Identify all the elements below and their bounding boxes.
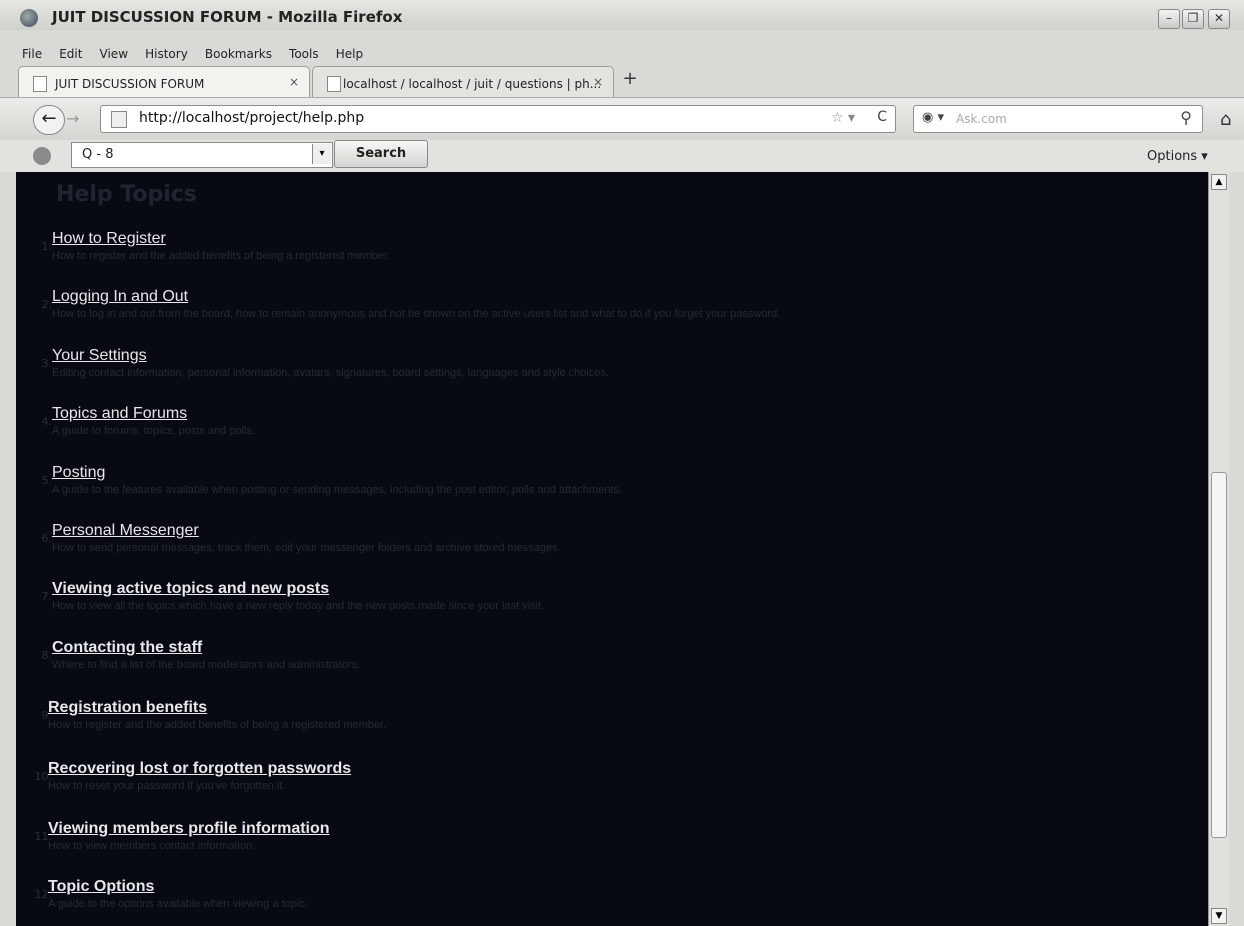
topic-description: A guide to forums, topics, posts and pol… — [52, 425, 256, 437]
list-item: 1. How to Register How to register and t… — [16, 228, 1196, 284]
topic-link[interactable]: How to Register — [52, 230, 166, 248]
topic-link[interactable]: Contacting the staff — [52, 639, 202, 657]
back-button[interactable]: ← — [33, 105, 65, 135]
combo-value[interactable]: Q - 8 — [82, 147, 113, 162]
menu-history[interactable]: History — [145, 47, 188, 61]
topic-link[interactable]: Topics and Forums — [52, 405, 187, 423]
list-item: 12. Topic Options A guide to the options… — [16, 876, 1196, 926]
topic-number: 7. — [41, 590, 53, 603]
toolbar-search-button[interactable]: Search — [334, 140, 428, 168]
home-icon[interactable]: ⌂ — [1220, 109, 1231, 130]
topic-link[interactable]: Viewing active topics and new posts — [52, 580, 329, 598]
menu-bookmarks[interactable]: Bookmarks — [205, 47, 272, 61]
list-item: 7. Viewing active topics and new posts H… — [16, 578, 1196, 634]
minimize-button[interactable]: – — [1158, 9, 1180, 29]
toolbar-circle-icon[interactable] — [33, 147, 51, 165]
list-item: 9. Registration benefits How to register… — [16, 697, 1196, 753]
list-item: 11. Viewing members profile information … — [16, 818, 1196, 874]
topic-description: How to register and the added benefits o… — [48, 719, 387, 731]
bookmark-star-icon[interactable]: ☆ ▾ — [831, 110, 855, 126]
restore-button[interactable]: ❐ — [1182, 9, 1204, 29]
chevron-down-icon[interactable]: ▾ — [312, 144, 331, 164]
topic-number: 6. — [41, 532, 53, 545]
tab-juit-forum[interactable]: JUIT DISCUSSION FORUM × — [18, 66, 310, 97]
search-engine-icon[interactable]: ◉ ▾ — [922, 110, 944, 125]
title-bar: JUIT DISCUSSION FORUM - Mozilla Firefox … — [0, 0, 1244, 30]
list-item: 2. Logging In and Out How to log in and … — [16, 286, 1196, 342]
scroll-thumb[interactable] — [1211, 472, 1227, 838]
forward-button[interactable]: → — [66, 107, 92, 131]
page-icon — [111, 111, 127, 128]
page-title: Help Topics — [56, 182, 197, 207]
close-button[interactable]: ✕ — [1208, 9, 1230, 29]
topic-number: 3. — [41, 357, 53, 370]
options-button[interactable]: Options ▾ — [1147, 149, 1208, 164]
topic-link[interactable]: Personal Messenger — [52, 522, 199, 540]
topic-number: 2. — [41, 298, 53, 311]
reload-icon[interactable]: C — [877, 109, 887, 125]
scroll-up-arrow-icon[interactable]: ▲ — [1211, 174, 1227, 190]
topic-link[interactable]: Topic Options — [48, 878, 154, 896]
page-content: Help Topics 1. How to Register How to re… — [16, 172, 1208, 926]
topic-description: A guide to the features available when p… — [52, 484, 622, 496]
url-text[interactable]: http://localhost/project/help.php — [139, 110, 364, 126]
toolbar-search-combo[interactable]: Q - 8 ▾ — [71, 142, 333, 168]
vertical-scrollbar[interactable]: ▲ ▼ — [1208, 172, 1229, 926]
phpmyadmin-icon — [327, 76, 341, 92]
new-tab-button[interactable]: + — [617, 68, 643, 92]
topic-description: How to view all the topics which have a … — [52, 600, 545, 612]
tab-label: localhost / localhost / juit / questions… — [343, 77, 602, 91]
list-item: 4. Topics and Forums A guide to forums, … — [16, 403, 1196, 459]
menu-tools[interactable]: Tools — [289, 47, 319, 61]
list-item: 10. Recovering lost or forgotten passwor… — [16, 758, 1196, 814]
topic-description: A guide to the options available when vi… — [48, 898, 308, 910]
tab-close-icon[interactable]: × — [289, 75, 299, 89]
topic-description: How to send personal messages, track the… — [52, 542, 561, 554]
url-bar[interactable]: http://localhost/project/help.php ☆ ▾ C — [100, 105, 896, 133]
menu-bar: File Edit View History Bookmarks Tools H… — [22, 43, 375, 63]
topic-link[interactable]: Posting — [52, 464, 105, 482]
list-item: 8. Contacting the staff Where to find a … — [16, 637, 1196, 693]
tab-phpmyadmin[interactable]: localhost / localhost / juit / questions… — [312, 66, 614, 97]
topic-link[interactable]: Logging In and Out — [52, 288, 188, 306]
menu-edit[interactable]: Edit — [59, 47, 82, 61]
tab-label: JUIT DISCUSSION FORUM — [55, 77, 205, 91]
search-placeholder: Ask.com — [956, 112, 1007, 126]
topic-description: How to log in and out from the board, ho… — [52, 308, 781, 320]
topic-description: Where to find a list of the board modera… — [52, 659, 361, 671]
topic-link[interactable]: Registration benefits — [48, 699, 207, 717]
window-title: JUIT DISCUSSION FORUM - Mozilla Firefox — [52, 8, 403, 26]
magnifier-icon[interactable]: ⚲ — [1180, 108, 1192, 127]
scroll-down-arrow-icon[interactable]: ▼ — [1211, 908, 1227, 924]
topic-link[interactable]: Your Settings — [52, 347, 147, 365]
search-bar[interactable]: ◉ ▾ Ask.com ⚲ — [913, 105, 1203, 133]
topic-number: 5. — [41, 474, 53, 487]
topic-description: How to reset your password if you've for… — [48, 780, 286, 792]
topic-link[interactable]: Viewing members profile information — [48, 820, 330, 838]
firefox-icon — [20, 9, 38, 27]
menu-help[interactable]: Help — [336, 47, 363, 61]
topic-number: 8. — [41, 649, 53, 662]
topic-description: How to register and the added benefits o… — [52, 250, 391, 262]
topic-description: Editing contact information, personal in… — [52, 367, 610, 379]
topic-link[interactable]: Recovering lost or forgotten passwords — [48, 760, 351, 778]
page-icon — [33, 76, 47, 92]
topic-description: How to view members contact information. — [48, 840, 256, 852]
menu-file[interactable]: File — [22, 47, 42, 61]
menu-view[interactable]: View — [100, 47, 128, 61]
list-item: 5. Posting A guide to the features avail… — [16, 462, 1196, 518]
topic-number: 1. — [41, 240, 53, 253]
list-item: 3. Your Settings Editing contact informa… — [16, 345, 1196, 401]
tab-close-icon[interactable]: × — [593, 75, 603, 89]
list-item: 6. Personal Messenger How to send person… — [16, 520, 1196, 576]
topic-number: 4. — [41, 415, 53, 428]
